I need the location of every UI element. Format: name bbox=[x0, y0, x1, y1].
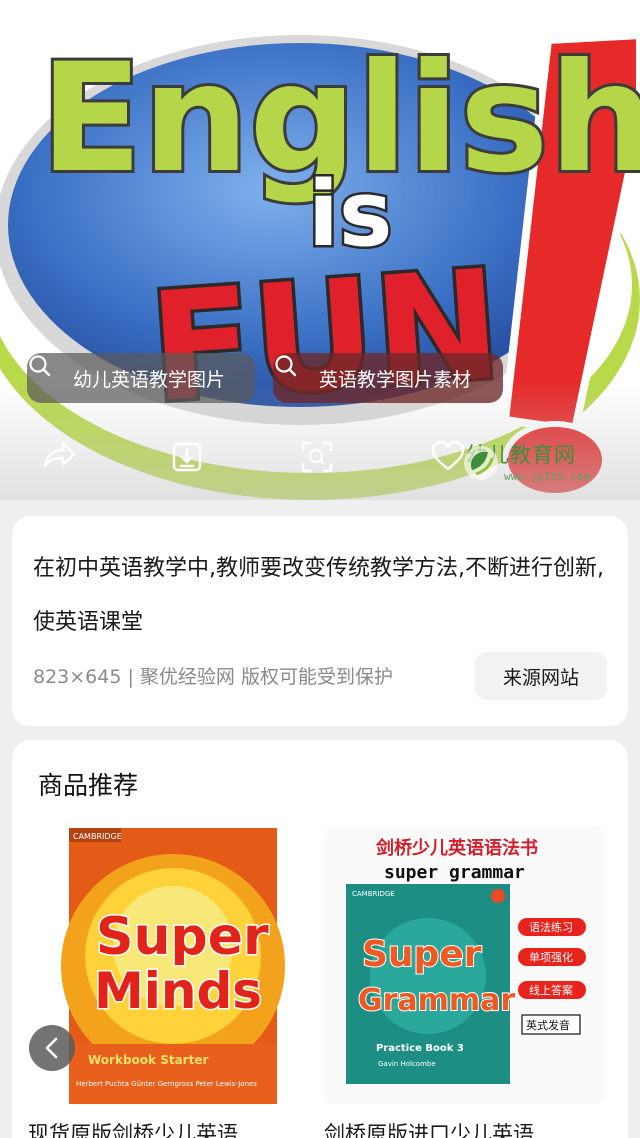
product-image: CAMBRIDGE Super Minds Workbook Starter H… bbox=[28, 826, 310, 1104]
source-watermark: 幼儿教育网 www.jy135.com bbox=[462, 444, 590, 483]
cover-publisher: CAMBRIDGE bbox=[73, 832, 122, 841]
cover-title-line1: Super bbox=[96, 907, 269, 967]
product-title[interactable]: 剑桥原版进口少儿英语 bbox=[324, 1118, 606, 1138]
leaf-logo-icon bbox=[464, 446, 498, 480]
chip-label: 幼儿英语教学图片 bbox=[73, 368, 226, 391]
image-info-card: 在初中英语教学中,教师要改变传统教学方法,不断进行创新,使英语课堂 823×64… bbox=[12, 516, 628, 726]
chevron-left-icon bbox=[45, 1037, 58, 1059]
cover-tag-1: 语法练习 bbox=[529, 920, 573, 934]
related-search-chip-1[interactable]: 幼儿英语教学图片 bbox=[27, 353, 255, 403]
cover-tag-4: 英式发音 bbox=[526, 1018, 570, 1032]
cover-tag-3: 线上答案 bbox=[529, 983, 573, 997]
search-icon bbox=[29, 355, 65, 391]
cover-author: Gavin Holcombe bbox=[378, 1060, 436, 1068]
product-image: 剑桥少儿英语语法书 super grammar CAMBRIDGE Super … bbox=[324, 826, 606, 1104]
visual-search-icon[interactable] bbox=[300, 440, 340, 480]
section-title: 商品推荐 bbox=[38, 771, 139, 800]
image-meta: 823×645 | 聚优经验网 版权可能受到保护 bbox=[33, 666, 393, 688]
cover-heading-cn: 剑桥少儿英语语法书 bbox=[375, 837, 538, 859]
product-recommendations: 商品推荐 CAMBRIDGE Super Minds Workbook Star… bbox=[12, 740, 628, 1138]
cover-title-line2: Grammar bbox=[358, 983, 515, 1018]
cover-subtitle: Workbook Starter bbox=[88, 1053, 208, 1067]
source-website-button[interactable]: 来源网站 bbox=[475, 652, 607, 700]
product-card[interactable]: CAMBRIDGE Super Minds Workbook Starter H… bbox=[28, 826, 310, 1138]
cover-tag-2: 单项强化 bbox=[529, 950, 573, 964]
cover-subtitle: Practice Book 3 bbox=[376, 1043, 464, 1054]
product-title[interactable]: 现货原版剑桥少儿英语 bbox=[28, 1118, 310, 1138]
product-card[interactable]: 剑桥少儿英语语法书 super grammar CAMBRIDGE Super … bbox=[324, 826, 606, 1138]
image-description[interactable]: 在初中英语教学中,教师要改变传统教学方法,不断进行创新,使英语课堂 bbox=[33, 542, 608, 650]
super-minds-cover: CAMBRIDGE Super Minds Workbook Starter H… bbox=[28, 826, 310, 1104]
cover-title-line1: Super bbox=[362, 934, 482, 975]
hero-image[interactable]: English is FUN 幼儿英语教学图片 英语教学图片素材 幼儿教育网 w… bbox=[0, 0, 640, 500]
carousel-prev-button[interactable] bbox=[29, 1025, 75, 1071]
search-icon bbox=[275, 355, 311, 391]
cover-publisher: CAMBRIDGE bbox=[352, 890, 395, 898]
chip-label: 英语教学图片素材 bbox=[319, 368, 472, 391]
cover-authors: Herbert Puchta Günter Gerngross Peter Le… bbox=[76, 1080, 257, 1088]
cover-title-line2: Minds bbox=[94, 962, 262, 1020]
related-search-chip-2[interactable]: 英语教学图片素材 bbox=[273, 353, 503, 403]
super-grammar-cover: 剑桥少儿英语语法书 super grammar CAMBRIDGE Super … bbox=[324, 826, 606, 1104]
share-icon[interactable] bbox=[41, 440, 81, 480]
watermark-url: www.jy135.com bbox=[504, 470, 591, 483]
cover-heading-en: super grammar bbox=[384, 862, 525, 883]
download-icon[interactable] bbox=[170, 440, 210, 480]
